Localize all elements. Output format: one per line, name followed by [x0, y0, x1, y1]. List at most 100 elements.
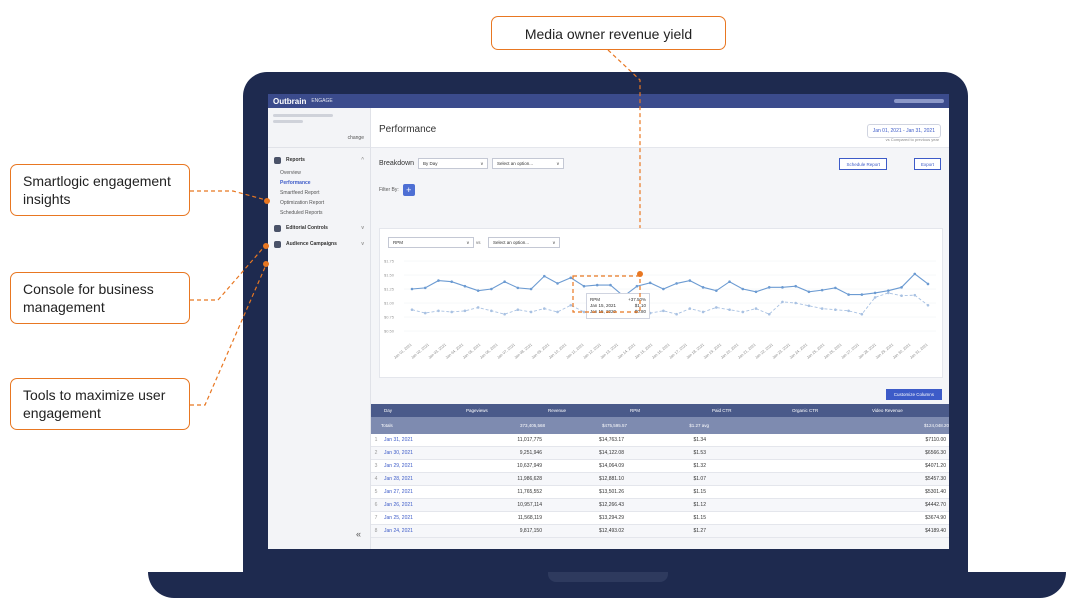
sidebar-item-smartfeed[interactable]: Smartfeed Report [268, 188, 370, 198]
table-row[interactable]: 3 Jan 29, 2021 10,637,949 $14,064.09 $1.… [371, 460, 949, 473]
data-point[interactable] [543, 274, 546, 278]
data-point[interactable] [794, 301, 797, 305]
data-point[interactable] [860, 312, 864, 316]
data-point[interactable] [595, 283, 599, 287]
table-row[interactable]: 2 Jan 30, 2021 9,251,946 $14,122.08 $1.5… [371, 447, 949, 460]
table-row[interactable]: 5 Jan 27, 2021 11,765,552 $13,501.26 $1.… [371, 486, 949, 499]
data-point[interactable] [754, 290, 758, 294]
row-day-link[interactable]: Jan 27, 2021 [381, 489, 463, 495]
data-point[interactable] [569, 276, 573, 280]
col-day[interactable]: Day [381, 408, 463, 413]
data-point[interactable] [529, 287, 533, 291]
data-point[interactable] [450, 280, 453, 284]
outbrain-logo[interactable]: Outbrain [273, 97, 306, 106]
data-point[interactable] [543, 307, 546, 310]
row-day-link[interactable]: Jan 25, 2021 [381, 515, 463, 521]
breakdown-select[interactable]: By Day v [418, 158, 489, 169]
data-point[interactable] [463, 284, 467, 288]
col-rpm[interactable]: RPM [627, 408, 709, 413]
data-point[interactable] [410, 287, 414, 291]
data-point[interactable] [728, 280, 731, 284]
data-point[interactable] [556, 282, 559, 285]
data-point[interactable] [556, 310, 559, 314]
data-point[interactable] [913, 293, 917, 297]
data-point[interactable] [834, 286, 837, 290]
data-point[interactable] [873, 296, 877, 299]
data-point[interactable] [767, 312, 771, 316]
data-point[interactable] [423, 286, 427, 290]
collapse-sidebar-button[interactable]: « [356, 529, 361, 539]
sidebar-item-optimization[interactable]: Optimization Report [268, 198, 370, 208]
data-point[interactable] [450, 310, 453, 314]
table-row[interactable]: 8 Jan 24, 2021 9,817,150 $12,493.02 $1.2… [371, 525, 949, 538]
data-point[interactable] [860, 293, 864, 296]
data-point[interactable] [715, 306, 718, 309]
col-video-revenue[interactable]: Video Revenue [869, 408, 949, 413]
sidebar-item-scheduled[interactable]: Scheduled Reports [268, 208, 370, 218]
data-point[interactable] [781, 286, 784, 289]
col-paid-ctr[interactable]: Paid CTR [709, 408, 789, 413]
table-row[interactable]: 7 Jan 25, 2021 11,568,119 $13,294.29 $1.… [371, 512, 949, 525]
data-point[interactable] [516, 308, 520, 312]
data-point[interactable] [767, 286, 771, 289]
data-point[interactable] [529, 310, 533, 314]
customize-columns-button[interactable]: Customize Columns [885, 389, 942, 400]
data-point[interactable] [675, 312, 678, 316]
schedule-report-button[interactable]: Schedule Report [839, 158, 887, 170]
data-point[interactable] [781, 300, 784, 304]
row-day-link[interactable]: Jan 30, 2021 [381, 450, 463, 456]
data-point[interactable] [807, 304, 811, 308]
data-point[interactable] [701, 286, 705, 289]
data-point[interactable] [820, 307, 824, 310]
table-row[interactable]: 4 Jan 28, 2021 11,986,628 $12,881.10 $1.… [371, 473, 949, 486]
add-filter-button[interactable]: + [402, 184, 415, 196]
row-day-link[interactable]: Jan 29, 2021 [381, 463, 463, 469]
data-point[interactable] [490, 309, 493, 313]
data-point[interactable] [728, 308, 731, 312]
data-point[interactable] [754, 307, 758, 310]
data-point[interactable] [490, 287, 493, 291]
data-point[interactable] [437, 279, 440, 282]
user-menu[interactable] [894, 99, 944, 103]
data-point[interactable] [662, 309, 665, 313]
sidebar-editorial[interactable]: Editorial Controls v [268, 220, 370, 236]
col-revenue[interactable]: Revenue [545, 408, 627, 413]
data-point[interactable] [635, 284, 639, 288]
data-point[interactable] [794, 284, 797, 288]
data-point[interactable] [887, 291, 890, 295]
data-point[interactable] [609, 283, 612, 287]
data-point[interactable] [476, 289, 480, 292]
sidebar-audience[interactable]: Audience Campaigns v [268, 236, 370, 252]
data-point[interactable] [834, 308, 837, 312]
data-point[interactable] [741, 287, 745, 291]
data-point[interactable] [913, 272, 917, 276]
row-day-link[interactable]: Jan 26, 2021 [381, 502, 463, 508]
row-day-link[interactable]: Jan 24, 2021 [381, 528, 463, 534]
data-point[interactable] [662, 287, 665, 291]
col-pageviews[interactable]: Pageviews [463, 408, 545, 413]
data-point[interactable] [675, 282, 678, 285]
data-point[interactable] [873, 291, 877, 295]
data-point[interactable] [410, 308, 414, 312]
table-row[interactable]: 1 Jan 31, 2021 11,017,775 $14,763.17 $1.… [371, 434, 949, 447]
data-point[interactable] [688, 307, 692, 310]
col-organic-ctr[interactable]: Organic CTR [789, 408, 869, 413]
data-point[interactable] [926, 303, 930, 307]
date-range-picker[interactable]: Jan 01, 2021 - Jan 31, 2021 [866, 124, 941, 138]
option-select[interactable]: Select an option... v [492, 158, 565, 169]
data-point[interactable] [423, 311, 427, 315]
sidebar-reports[interactable]: Reports ^ [268, 152, 370, 168]
data-point[interactable] [715, 289, 718, 292]
data-point[interactable] [900, 286, 903, 289]
data-point[interactable] [463, 309, 467, 313]
data-point[interactable] [887, 289, 890, 292]
table-row[interactable]: 6 Jan 26, 2021 10,957,114 $12,266.43 $1.… [371, 499, 949, 512]
data-point[interactable] [900, 294, 903, 298]
data-point[interactable] [582, 284, 586, 288]
product-menu[interactable]: ENGAGE [311, 98, 332, 104]
data-point[interactable] [688, 279, 692, 282]
export-button[interactable]: Export [913, 158, 941, 170]
data-point[interactable] [476, 306, 480, 309]
data-point[interactable] [569, 303, 573, 307]
data-point[interactable] [820, 288, 824, 292]
